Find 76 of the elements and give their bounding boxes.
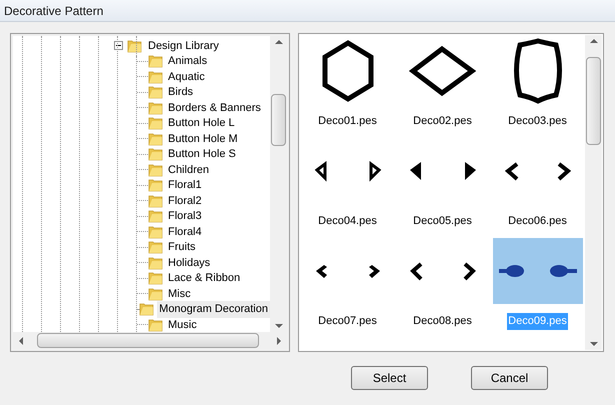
pattern-name: Deco04.pes xyxy=(317,214,378,229)
folder-icon xyxy=(148,85,163,100)
scroll-left-icon[interactable] xyxy=(19,336,23,344)
pattern-thumbnail xyxy=(504,160,570,182)
pattern-thumbnail xyxy=(314,160,382,182)
folder-icon xyxy=(148,256,163,270)
tree-item[interactable]: Lace & Ribbon xyxy=(166,270,242,286)
pattern-item[interactable]: Deco05.pes xyxy=(395,138,490,238)
pattern-thumbnail xyxy=(410,162,476,180)
pattern-name: Deco09.pes xyxy=(507,313,568,330)
tree-item[interactable]: Floral1 xyxy=(166,177,204,194)
folder-icon xyxy=(148,178,163,192)
pattern-item[interactable]: Deco01.pes xyxy=(300,38,395,138)
folder-icon xyxy=(148,70,163,84)
folder-icon xyxy=(148,286,163,301)
folder-icon xyxy=(148,271,163,286)
pattern-thumbnail xyxy=(409,45,476,97)
pattern-name: Deco08.pes xyxy=(412,314,473,329)
tree-item[interactable]: Design Library xyxy=(146,38,221,54)
scroll-right-icon[interactable] xyxy=(277,336,281,344)
scroll-up-icon[interactable] xyxy=(274,40,282,44)
pattern-name: Deco01.pes xyxy=(317,114,378,129)
tree-item[interactable]: Aquatic xyxy=(166,68,207,85)
tree-item[interactable]: Floral4 xyxy=(166,224,204,240)
pattern-item[interactable]: Deco07.pes xyxy=(300,238,395,338)
tree-item[interactable]: Button Hole L xyxy=(166,115,237,132)
pattern-item[interactable]: Deco08.pes xyxy=(395,238,490,338)
scroll-thumb[interactable] xyxy=(586,57,601,145)
dialog-button[interactable]: Cancel xyxy=(471,366,548,390)
folder-icon xyxy=(127,38,142,53)
pattern-item[interactable]: Deco03.pes xyxy=(490,38,585,138)
tree-item[interactable]: Fruits xyxy=(166,239,198,256)
pattern-name: Deco02.pes xyxy=(412,114,473,129)
pattern-thumbnail xyxy=(410,260,476,282)
tree-item[interactable]: Floral3 xyxy=(166,208,204,224)
tree-item[interactable]: Monogram Decoration xyxy=(157,301,270,318)
pattern-thumbnail xyxy=(316,264,380,278)
folder-icon xyxy=(148,100,163,115)
tree-item[interactable]: Birds xyxy=(166,84,196,100)
collapse-toggle[interactable] xyxy=(114,41,123,50)
scroll-down-icon[interactable] xyxy=(274,324,282,328)
folder-icon xyxy=(139,302,154,316)
folder-icon xyxy=(148,116,163,130)
scroll-thumb[interactable] xyxy=(37,333,259,348)
pattern-item[interactable]: Deco04.pes xyxy=(300,138,395,238)
scroll-down-icon[interactable] xyxy=(590,342,598,346)
pattern-name: Deco06.pes xyxy=(507,214,568,229)
pattern-name: Deco07.pes xyxy=(317,314,378,329)
tree-item[interactable]: Button Hole M xyxy=(166,130,240,147)
folder-icon xyxy=(148,318,163,332)
folder-icon xyxy=(148,162,163,177)
tree-item[interactable]: Floral2 xyxy=(166,192,204,209)
folder-icon xyxy=(148,54,163,68)
folder-icon xyxy=(148,240,163,254)
pattern-name: Deco05.pes xyxy=(412,214,473,229)
tree-item[interactable]: Button Hole S xyxy=(166,146,238,162)
folder-icon xyxy=(148,147,163,162)
folder-icon xyxy=(148,194,163,208)
pattern-name: Deco03.pes xyxy=(507,114,568,129)
tree-item[interactable]: Music xyxy=(166,316,199,332)
folder-icon xyxy=(148,224,163,239)
folder-icon xyxy=(148,132,163,146)
tree-item[interactable]: Borders & Banners xyxy=(166,100,263,116)
scroll-thumb[interactable] xyxy=(271,94,286,146)
pattern-thumbnail xyxy=(322,40,374,102)
pattern-item[interactable]: Deco06.pes xyxy=(490,138,585,238)
vertical-scrollbar[interactable] xyxy=(585,35,602,350)
folder-icon xyxy=(148,209,163,224)
scroll-up-icon[interactable] xyxy=(590,39,598,43)
dialog-button[interactable]: Select xyxy=(351,366,428,390)
pattern-item[interactable]: Deco02.pes xyxy=(395,38,490,138)
window-title: Decorative Pattern xyxy=(4,2,104,20)
tree-item[interactable]: Children xyxy=(166,162,211,178)
tree-item[interactable]: Misc xyxy=(166,286,193,302)
tree-item[interactable]: Holidays xyxy=(166,254,212,271)
tree-item[interactable]: Animals xyxy=(166,53,210,70)
